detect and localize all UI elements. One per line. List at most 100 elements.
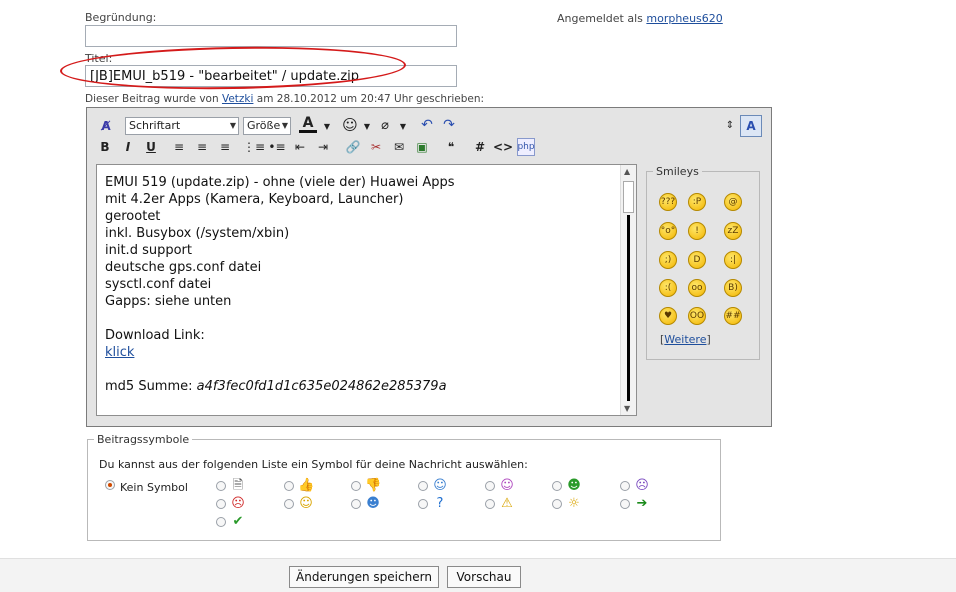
md5-value: a4f3fec0fd1d1c635e024862e285379a [196,379,447,394]
message-content: EMUI 519 (update.zip) - ohne (viele der)… [105,174,455,395]
radio-smile-yellow[interactable] [284,499,294,509]
code-icon[interactable]: <> [493,138,513,156]
attachment-icon[interactable]: ⌀ [376,116,394,134]
sad-smiley-icon[interactable]: :( [659,279,677,297]
symbols-instruction: Du kannst aus der folgenden Liste ein Sy… [99,458,528,471]
message-textarea[interactable]: EMUI 519 (update.zip) - ohne (viele der)… [96,164,637,416]
size-select[interactable]: Größe ▼ [243,117,291,135]
sad-purple-icon: ☹ [635,478,649,493]
align-right-icon[interactable]: ≡ [216,138,234,156]
radio-warning[interactable] [485,499,495,509]
more-smileys-link[interactable]: Weitere [664,333,706,346]
message-line: sysctl.conf datei [105,277,212,292]
align-center-icon[interactable]: ≡ [193,138,211,156]
thumbs-up-icon: 👍 [298,478,315,493]
angry-red-icon: ☹ [231,496,245,511]
radio-smile-purple[interactable] [485,481,495,491]
radio-grin-green[interactable] [552,481,562,491]
chevron-down-icon: ▼ [281,121,288,130]
smile-yellow-icon: ☺ [299,496,313,511]
rolling-eyes-smiley-icon[interactable]: oo [688,279,706,297]
chevron-down-icon[interactable]: ▼ [318,117,336,135]
save-changes-button[interactable]: Änderungen speichern [289,566,439,588]
radio-angry-red[interactable] [216,499,226,509]
post-info: Dieser Beitrag wurde von Vetzki am 28.10… [85,93,484,105]
radio-thumbs-down[interactable] [351,481,361,491]
radio-question[interactable] [418,499,428,509]
surprised-smiley-icon[interactable]: °o° [659,222,677,240]
radio-no-symbol[interactable] [105,480,115,490]
shocked-smiley-icon[interactable]: ! [688,222,706,240]
message-line: gerootet [105,209,161,224]
download-link[interactable]: klick [105,345,134,360]
smile-blue-icon: ☺ [433,478,447,493]
ordered-list-icon[interactable]: ⋮≡ [243,138,265,156]
underline-button[interactable]: U [142,138,160,156]
dizzy-smiley-icon[interactable]: @ [724,193,742,211]
warning-icon: ⚠ [501,496,513,511]
md5-label: md5 Summe: [105,379,197,394]
unordered-list-icon[interactable]: •≡ [268,138,286,156]
message-line: mit 4.2er Apps (Kamera, Keyboard, Launch… [105,192,404,207]
resize-icon[interactable]: ⇕ [721,116,739,134]
radio-arrow-right[interactable] [620,499,630,509]
remove-format-icon[interactable]: A̸ [97,117,115,135]
grin-smiley-icon[interactable]: D [688,251,706,269]
scroll-thumb[interactable] [623,181,634,213]
grin-green-icon: ☻ [567,478,581,493]
title-input[interactable] [85,65,457,87]
font-select[interactable]: Schriftart ▼ [125,117,239,135]
cool-thumbs-smiley-icon[interactable]: B) [724,279,742,297]
smile-purple-icon: ☺ [500,478,514,493]
preview-button[interactable]: Vorschau [447,566,521,588]
radio-smile-blue[interactable] [418,481,428,491]
chevron-down-icon[interactable]: ▼ [358,117,376,135]
author-link[interactable]: Vetzki [222,93,253,105]
hash-icon[interactable]: # [471,138,489,156]
insert-image-icon[interactable]: ▣ [413,138,431,156]
radio-cool[interactable] [351,499,361,509]
md5-line: md5 Summe: a4f3fec0fd1d1c635e024862e2853… [105,378,455,395]
italic-button[interactable]: I [119,138,137,156]
php-icon[interactable]: php [517,138,535,156]
radio-sad-purple[interactable] [620,481,630,491]
chevron-down-icon: ▼ [229,121,236,130]
in-love-smiley-icon[interactable]: ♥ [659,307,677,325]
scroll-up-icon[interactable]: ▲ [624,167,630,176]
font-select-value: Schriftart [129,119,181,132]
no-symbol-label: Kein Symbol [120,481,188,494]
align-left-icon[interactable]: ≡ [170,138,188,156]
login-user-link[interactable]: morpheus620 [646,12,722,25]
radio-thumbs-up[interactable] [284,481,294,491]
eyes-smiley-icon[interactable]: OO [688,307,706,325]
radio-lightbulb[interactable] [552,499,562,509]
cool-icon: ☻ [366,496,380,511]
smiley-insert-icon[interactable]: ☺ [341,116,359,134]
remove-link-icon[interactable]: ✂ [367,138,385,156]
confused-smiley-icon[interactable]: ??? [659,193,677,211]
font-color-icon[interactable]: A [299,115,317,133]
message-line: deutsche gps.conf datei [105,260,262,275]
question-icon: ? [436,496,444,511]
radio-document[interactable] [216,481,226,491]
insert-link-icon[interactable]: 🔗 [344,138,362,156]
neutral-smiley-icon[interactable]: :| [724,251,742,269]
login-info: Angemeldet als morpheus620 [557,12,723,25]
tongue-smiley-icon[interactable]: :P [688,193,706,211]
bold-button[interactable]: B [96,138,114,156]
lightbulb-icon: ☼ [568,496,580,511]
email-link-icon[interactable]: ✉ [390,138,408,156]
wink-smiley-icon[interactable]: ;) [659,251,677,269]
scroll-down-icon[interactable]: ▼ [624,404,630,413]
indent-icon[interactable]: ⇥ [314,138,332,156]
reason-input[interactable] [85,25,457,47]
big-grin-smiley-icon[interactable]: ## [724,307,742,325]
quote-icon[interactable]: ❝ [442,138,460,156]
radio-checkmark[interactable] [216,517,226,527]
sleepy-smiley-icon[interactable]: zZ [724,222,742,240]
redo-icon[interactable]: ↷ [440,116,458,134]
outdent-icon[interactable]: ⇤ [291,138,309,156]
chevron-down-icon[interactable]: ▼ [394,117,412,135]
switch-editor-mode-icon[interactable]: A [740,115,762,137]
undo-icon[interactable]: ↶ [418,116,436,134]
